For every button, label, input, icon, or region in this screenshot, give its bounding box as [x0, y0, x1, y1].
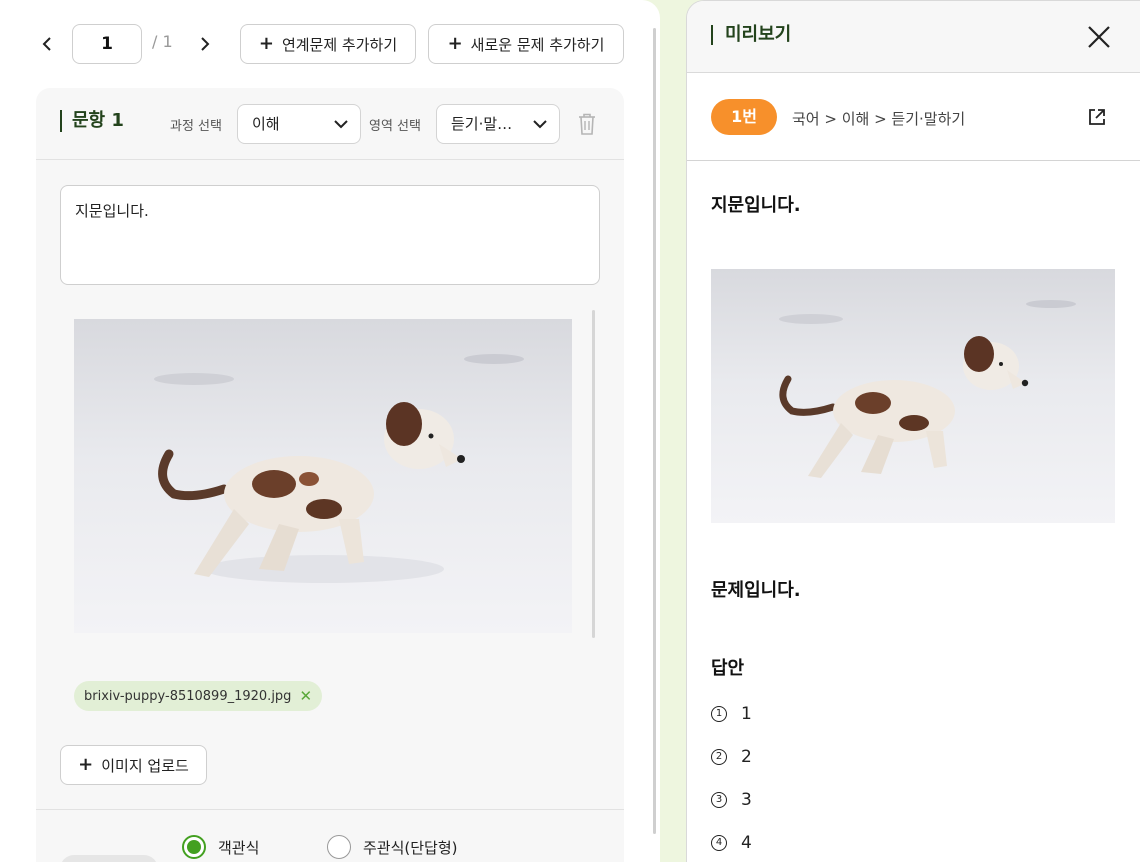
preview-passage: 지문입니다. [711, 195, 801, 216]
file-name: brixiv-puppy-8510899_1920.jpg [84, 688, 292, 704]
question-card-header: 문항 1 과정 선택 이해 영역 선택 듣기·말… [36, 88, 624, 160]
answer-option[interactable]: 4 4 [711, 833, 752, 853]
chevron-left-icon[interactable] [36, 32, 60, 56]
radio-objective-label: 객관식 [218, 838, 260, 857]
area-select-label: 영역 선택 [369, 119, 421, 134]
question-card: 문항 1 과정 선택 이해 영역 선택 듣기·말… 지문입니다. brixiv-… [36, 88, 624, 862]
radio-subjective-label: 주관식(단답형) [363, 838, 458, 857]
passage-textarea[interactable]: 지문입니다. [60, 185, 600, 285]
answer-option[interactable]: 2 2 [711, 747, 752, 767]
area-select-value: 듣기·말… [451, 115, 513, 133]
add-new-question-button[interactable]: + 새로운 문제 추가하기 [428, 24, 624, 64]
radio-unchecked-icon[interactable] [327, 835, 351, 859]
option-text: 1 [741, 704, 752, 724]
grey-tab-pill[interactable] [60, 855, 158, 862]
chevron-down-icon [533, 120, 547, 129]
answer-option[interactable]: 1 1 [711, 704, 752, 724]
course-select-value: 이해 [252, 115, 280, 133]
page-number-input[interactable]: 1 [72, 24, 142, 64]
image-upload-button[interactable]: + 이미지 업로드 [60, 745, 207, 785]
preview-meta: 1번 국어 > 이해 > 듣기·말하기 [687, 73, 1140, 161]
preview-header: 미리보기 [687, 1, 1140, 73]
image-area-scrollbar[interactable] [592, 310, 595, 638]
option-number-icon: 4 [711, 835, 727, 851]
question-editor-panel: 1 / 1 + 연계문제 추가하기 + 새로운 문제 추가하기 문항 1 과정 … [0, 0, 660, 862]
answer-option[interactable]: 3 3 [711, 790, 752, 810]
preview-question: 문제입니다. [711, 580, 801, 601]
external-link-icon[interactable] [1087, 107, 1107, 127]
add-linked-question-button[interactable]: + 연계문제 추가하기 [240, 24, 416, 64]
breadcrumb: 국어 > 이해 > 듣기·말하기 [792, 110, 966, 128]
question-number-badge: 1번 [711, 99, 777, 135]
option-text: 2 [741, 747, 752, 767]
plus-icon: + [78, 754, 94, 775]
chevron-down-icon [334, 120, 348, 129]
item-title: 문항 1 [60, 110, 124, 132]
option-number-icon: 1 [711, 706, 727, 722]
editor-scrollbar[interactable] [653, 28, 656, 834]
trash-icon[interactable] [576, 112, 598, 136]
puppy-image [74, 319, 572, 633]
plus-icon: + [258, 33, 274, 54]
preview-title: 미리보기 [711, 25, 791, 45]
course-select-label: 과정 선택 [170, 119, 222, 134]
close-icon[interactable] [1087, 25, 1111, 49]
preview-answer-heading: 답안 [711, 658, 745, 679]
radio-objective[interactable]: 객관식 [182, 835, 259, 859]
area-select[interactable]: 듣기·말… [436, 104, 560, 144]
page-total: / 1 [152, 32, 173, 51]
option-number-icon: 2 [711, 749, 727, 765]
add-new-question-label: 새로운 문제 추가하기 [470, 35, 605, 54]
preview-panel: 미리보기 1번 국어 > 이해 > 듣기·말하기 지문입니다. 문제입니다. 답… [686, 0, 1140, 862]
add-linked-question-label: 연계문제 추가하기 [281, 35, 398, 54]
chevron-right-icon[interactable] [192, 32, 216, 56]
radio-subjective[interactable]: 주관식(단답형) [327, 835, 458, 859]
plus-icon: + [447, 33, 463, 54]
course-select[interactable]: 이해 [237, 104, 361, 144]
image-upload-label: 이미지 업로드 [101, 756, 189, 775]
file-chip: brixiv-puppy-8510899_1920.jpg ✕ [74, 681, 323, 711]
option-text: 3 [741, 790, 752, 810]
radio-checked-icon[interactable] [182, 835, 206, 859]
option-number-icon: 3 [711, 792, 727, 808]
puppy-preview-image [711, 269, 1115, 523]
option-text: 4 [741, 833, 752, 853]
remove-file-icon[interactable]: ✕ [299, 687, 312, 705]
card-divider [36, 809, 624, 810]
